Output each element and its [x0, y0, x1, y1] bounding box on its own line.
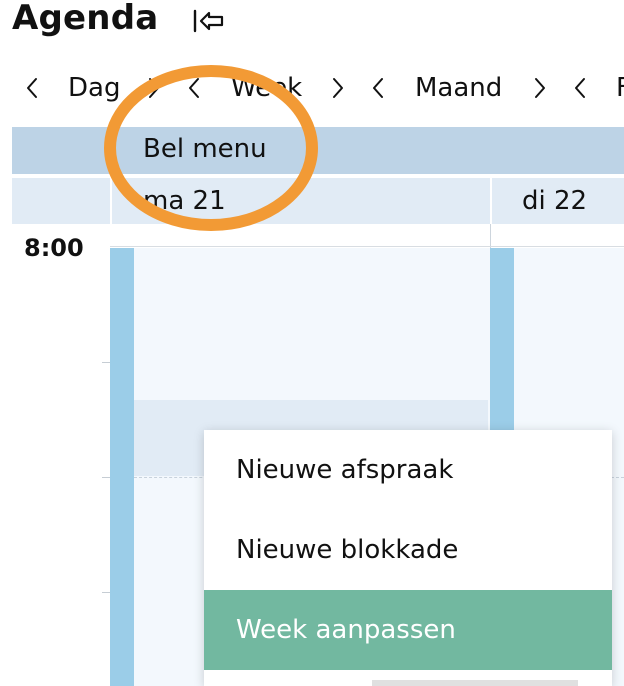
- annotation-circle: [104, 65, 318, 231]
- chevron-left-icon[interactable]: [22, 76, 42, 100]
- chevron-left-icon[interactable]: [368, 76, 388, 100]
- time-tick: [102, 477, 110, 478]
- day-header-tuesday[interactable]: di 22: [522, 186, 587, 216]
- chevron-right-icon[interactable]: [530, 76, 550, 100]
- monday-availability-bar: [110, 248, 134, 686]
- chevron-right-icon[interactable]: [328, 76, 348, 100]
- menu-item-new-block[interactable]: Nieuwe blokkade: [204, 510, 612, 590]
- grid-line: [110, 246, 624, 247]
- time-tick: [102, 362, 110, 363]
- nav-month[interactable]: Maand: [415, 66, 502, 110]
- menu-item-adjust-week[interactable]: Week aanpassen: [204, 590, 612, 670]
- day-header-divider: [490, 178, 492, 224]
- menu-next-item-edge: [372, 680, 578, 686]
- chevron-left-icon[interactable]: [570, 76, 590, 100]
- context-menu: Nieuwe afspraak Nieuwe blokkade Week aan…: [204, 430, 612, 686]
- exit-left-icon[interactable]: [192, 8, 226, 34]
- time-label: 8:00: [24, 234, 84, 262]
- nav-more[interactable]: F: [616, 66, 624, 110]
- menu-item-new-appointment[interactable]: Nieuwe afspraak: [204, 430, 612, 510]
- page-title: Agenda: [12, 0, 159, 38]
- time-tick: [102, 592, 110, 593]
